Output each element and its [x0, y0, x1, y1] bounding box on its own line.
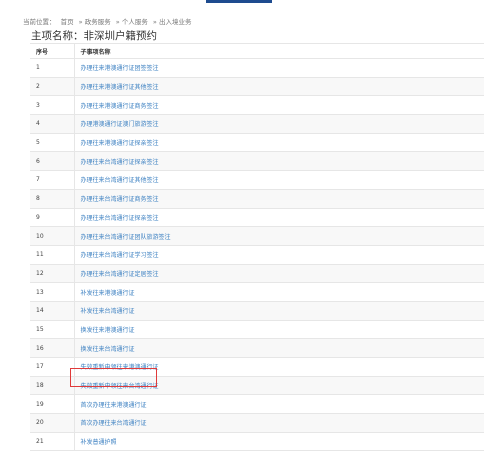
row-number: 20 — [30, 413, 75, 433]
row-number: 18 — [30, 376, 75, 396]
table-row: 8 办理往来台湾通行证商务签注 — [30, 189, 484, 209]
table-row: 14 补发往来台湾通行证 — [30, 301, 484, 321]
sub-item-link[interactable]: 办理往来港澳通行证团签签注 — [74, 58, 484, 78]
sub-item-link[interactable]: 换发往来台湾通行证 — [74, 338, 484, 358]
sub-item-link[interactable]: 办理往来港澳通行证商务签注 — [74, 95, 484, 116]
table-row: 18 失效重新申领往来台湾通行证 — [30, 376, 484, 396]
sub-item-link[interactable]: 办理往来台湾通行证学习签注 — [74, 245, 484, 265]
active-nav-tab-indicator — [206, 0, 272, 3]
breadcrumb-personal-services-link[interactable]: » 个人服务 — [116, 18, 148, 26]
sub-item-link[interactable]: 办理往来台湾通行证探亲签注 — [74, 151, 484, 172]
table-row: 4 办理港澳通行证澳门旅游签注 — [30, 114, 484, 134]
row-number: 5 — [30, 133, 75, 153]
row-number: 6 — [30, 151, 75, 172]
sub-item-link[interactable]: 办理往来台湾通行证定居签注 — [74, 264, 484, 284]
row-number: 3 — [30, 95, 75, 116]
sub-item-link[interactable]: 换发往来港澳通行证 — [74, 320, 484, 340]
sub-item-link[interactable]: 办理往来港澳通行证其他签注 — [74, 77, 484, 97]
page-title: 主项名称：非深圳户籍预约 — [31, 30, 157, 42]
sub-item-link[interactable]: 失效重新申领往来台湾通行证 — [74, 376, 484, 396]
sub-item-link[interactable]: 办理往来台湾通行证其他签注 — [74, 170, 484, 190]
row-number: 4 — [30, 114, 75, 134]
row-number: 15 — [30, 320, 75, 340]
breadcrumb-prefix: 当前位置： — [23, 18, 56, 26]
sub-item-link[interactable]: 办理港澳通行证澳门旅游签注 — [74, 114, 484, 134]
sub-item-link[interactable]: 首次办理往来港澳通行证 — [74, 394, 484, 415]
column-header-number: 序号 — [30, 43, 75, 59]
column-header-name: 子事项名称 — [74, 43, 484, 59]
breadcrumb-home-link[interactable]: 首页 — [61, 18, 74, 26]
sub-item-link[interactable]: 失效重新申领往来港澳通行证 — [74, 357, 484, 377]
sub-item-link[interactable]: 办理往来港澳通行证探亲签注 — [74, 133, 484, 153]
table-row: 11 办理往来台湾通行证学习签注 — [30, 245, 484, 265]
row-number: 14 — [30, 301, 75, 321]
table-row: 5 办理往来港澳通行证探亲签注 — [30, 133, 484, 153]
row-number: 10 — [30, 226, 75, 246]
table-row: 16 换发往来台湾通行证 — [30, 338, 484, 358]
row-number: 13 — [30, 282, 75, 302]
sub-items-table: 序号 子事项名称 1 办理往来港澳通行证团签签注 2 办理往来港澳通行证其他签注 3 办理… — [30, 43, 484, 451]
row-number: 19 — [30, 394, 75, 415]
sub-item-link[interactable]: 办理往来台湾通行证探亲签注 — [74, 208, 484, 228]
table-row: 19 首次办理往来港澳通行证 — [30, 394, 484, 415]
sub-item-link[interactable]: 首次办理往来台湾通行证 — [74, 413, 484, 433]
table-row: 12 办理往来台湾通行证定居签注 — [30, 264, 484, 284]
row-number: 21 — [30, 432, 75, 451]
row-number: 17 — [30, 357, 75, 377]
sub-item-link[interactable]: 补发往来台湾通行证 — [74, 301, 484, 321]
row-number: 9 — [30, 208, 75, 228]
row-number: 1 — [30, 58, 75, 78]
row-number: 11 — [30, 245, 75, 265]
row-number: 16 — [30, 338, 75, 358]
table-row: 1 办理往来港澳通行证团签签注 — [30, 58, 484, 78]
table-row: 21 补发普通护照 — [30, 432, 484, 451]
table-row: 6 办理往来台湾通行证探亲签注 — [30, 151, 484, 172]
row-number: 8 — [30, 189, 75, 209]
table-row: 3 办理往来港澳通行证商务签注 — [30, 95, 484, 116]
sub-item-link[interactable]: 办理往来台湾通行证团队旅游签注 — [74, 226, 484, 246]
sub-item-link[interactable]: 办理往来台湾通行证商务签注 — [74, 189, 484, 209]
breadcrumb-gov-services-link[interactable]: » 政务服务 — [79, 18, 111, 26]
row-number: 2 — [30, 77, 75, 97]
table-row: 10 办理往来台湾通行证团队旅游签注 — [30, 226, 484, 246]
row-number: 12 — [30, 264, 75, 284]
sub-item-link[interactable]: 补发普通护照 — [74, 432, 484, 451]
table-row: 2 办理往来港澳通行证其他签注 — [30, 77, 484, 97]
breadcrumb: 当前位置： 首页 » 政务服务 » 个人服务 » 出入境业务 — [23, 16, 194, 26]
sub-item-link[interactable]: 补发往来港澳通行证 — [74, 282, 484, 302]
breadcrumb-exit-entry-link[interactable]: » 出入境业务 — [153, 18, 192, 26]
table-row: 17 失效重新申领往来港澳通行证 — [30, 357, 484, 377]
table-row: 9 办理往来台湾通行证探亲签注 — [30, 208, 484, 228]
table-row: 7 办理往来台湾通行证其他签注 — [30, 170, 484, 190]
table-row: 20 首次办理往来台湾通行证 — [30, 413, 484, 433]
table-row: 15 换发往来港澳通行证 — [30, 320, 484, 340]
table-header-row: 序号 子事项名称 — [30, 43, 484, 59]
row-number: 7 — [30, 170, 75, 190]
table-row: 13 补发往来港澳通行证 — [30, 282, 484, 302]
